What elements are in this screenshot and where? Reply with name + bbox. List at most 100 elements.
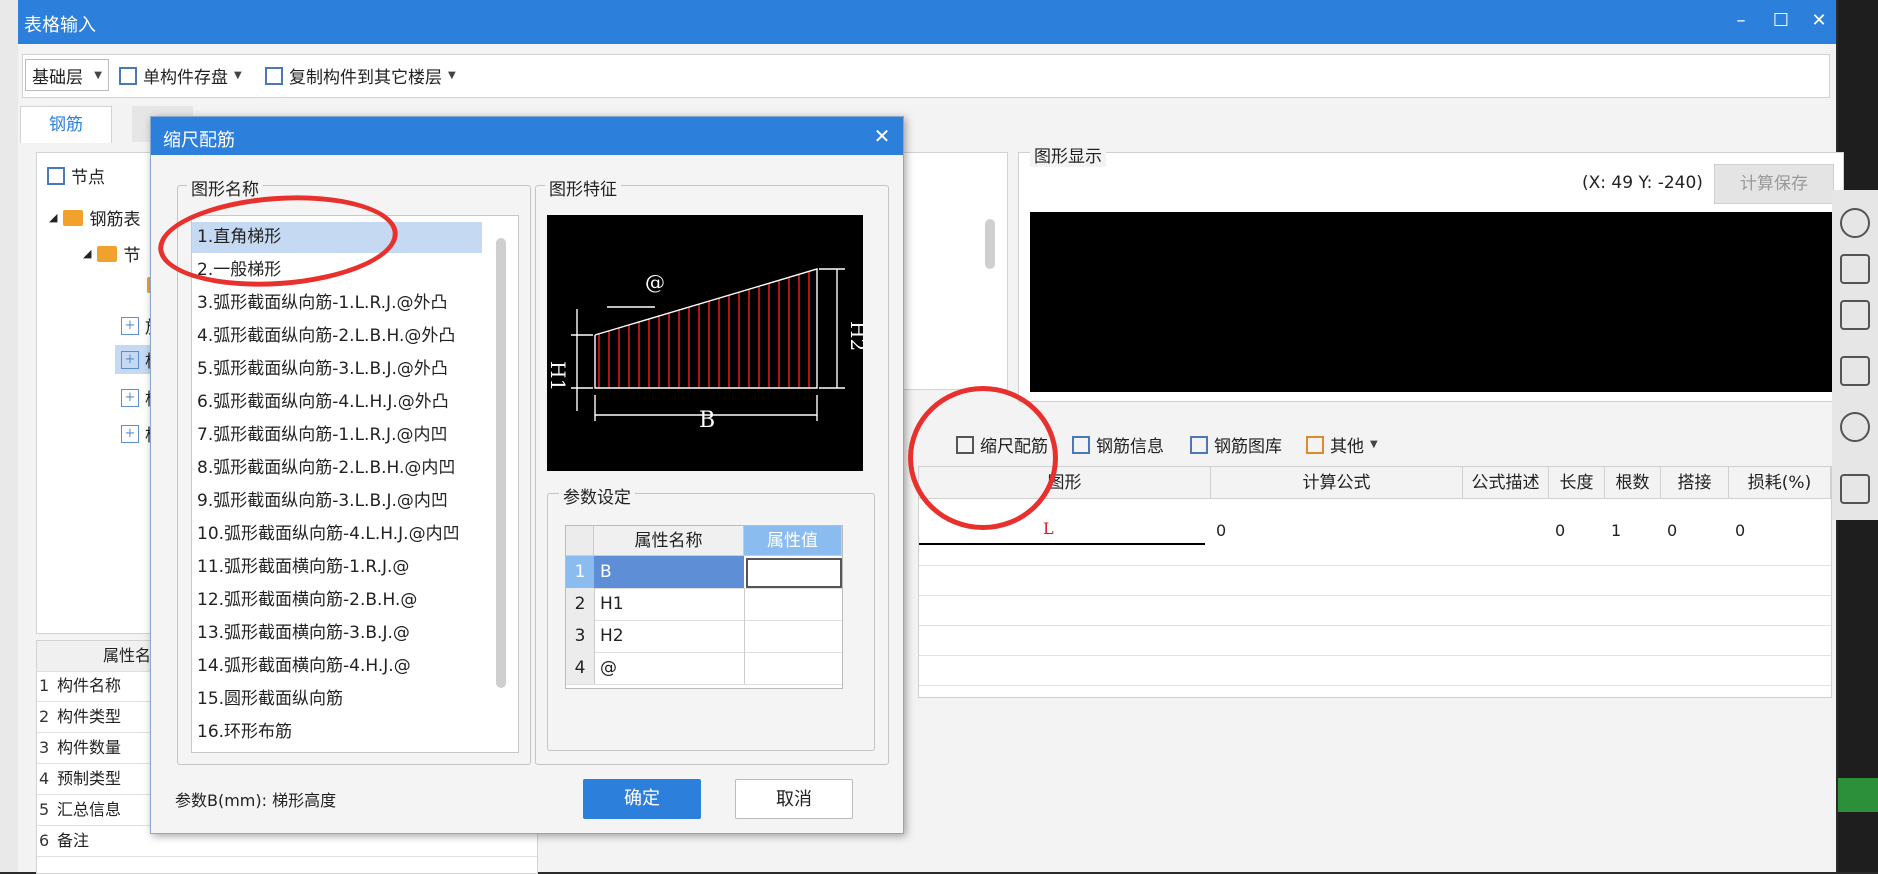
- cancel-button[interactable]: 取消: [735, 779, 853, 819]
- list-item[interactable]: 9.弧形截面纵向筋-3.L.B.J.@内凹: [192, 486, 482, 517]
- list-item[interactable]: 5.弧形截面纵向筋-3.L.B.J.@外凸: [192, 354, 482, 385]
- rotate-icon[interactable]: [1840, 412, 1870, 442]
- close-icon[interactable]: ✕: [1806, 8, 1832, 34]
- row-divider: [919, 625, 1831, 626]
- row-number: 4: [39, 769, 50, 788]
- copy-component-label: 复制构件到其它楼层: [289, 68, 442, 88]
- tab-rebar[interactable]: 钢筋: [20, 106, 112, 143]
- save-component-button[interactable]: 单构件存盘 ▼: [119, 63, 242, 88]
- count-cell[interactable]: 1: [1611, 521, 1621, 540]
- rebar-library-button[interactable]: 钢筋图库: [1190, 432, 1282, 457]
- row-divider: [919, 565, 1831, 566]
- coordinate-readout: (X: 49 Y: -240): [1582, 173, 1703, 193]
- axis-marker: [1838, 778, 1878, 812]
- row-number: 5: [39, 800, 50, 819]
- main-toolbar: 基础层 ▼ 单构件存盘 ▼ 复制构件到其它楼层 ▼: [22, 54, 1830, 98]
- shape-feature-legend: 图形特征: [545, 175, 621, 200]
- tab-rebar-label: 钢筋: [49, 115, 83, 135]
- list-item[interactable]: 12.弧形截面横向筋-2.B.H.@: [192, 585, 482, 616]
- row-divider: [919, 655, 1831, 656]
- param-header-value: 属性值: [744, 526, 842, 556]
- tree-item-node[interactable]: ◢ 节: [83, 241, 140, 266]
- scrollbar-thumb[interactable]: [985, 219, 995, 269]
- lap-cell[interactable]: 0: [1667, 521, 1677, 540]
- row-divider: [919, 685, 1831, 686]
- list-item[interactable]: 6.弧形截面纵向筋-4.L.H.J.@外凸: [192, 387, 482, 418]
- param-hint: 参数B(mm): 梯形高度: [175, 791, 337, 810]
- row-number: 3: [39, 738, 50, 757]
- h2-label: H2: [846, 321, 863, 351]
- col-header-formula-desc[interactable]: 公式描述: [1463, 467, 1549, 499]
- b-label: B: [699, 408, 715, 433]
- list-item[interactable]: 10.弧形截面纵向筋-4.L.H.J.@内凹: [192, 519, 482, 550]
- chevron-down-icon: ▼: [448, 70, 456, 81]
- dialog-title-bar: 缩尺配筋 ✕: [151, 117, 903, 155]
- loss-cell[interactable]: 0: [1735, 521, 1745, 540]
- param-legend: 参数设定: [559, 483, 635, 508]
- col-header-loss[interactable]: 损耗(%): [1729, 467, 1831, 499]
- other-menu-button[interactable]: 其他 ▼: [1306, 432, 1378, 457]
- tree-item-rebar-table[interactable]: ◢ 钢筋表: [49, 205, 140, 230]
- list-item[interactable]: 14.弧形截面横向筋-4.H.J.@: [192, 651, 482, 682]
- col-header-lap[interactable]: 搭接: [1661, 467, 1729, 499]
- copy-component-button[interactable]: 复制构件到其它楼层 ▼: [265, 63, 456, 88]
- shape-preview: @ H1 H2 B: [546, 215, 870, 471]
- param-name-cell-selected: [594, 556, 744, 588]
- row-number: 2: [566, 588, 595, 620]
- col-header-count[interactable]: 根数: [1605, 467, 1661, 499]
- param-name: H2: [600, 626, 624, 646]
- chevron-down-icon: ▼: [234, 70, 242, 81]
- collapse-arrow-icon: ◢: [83, 247, 92, 260]
- graphic-canvas[interactable]: [1030, 212, 1834, 392]
- cell-divider: [744, 588, 745, 620]
- 3d-view-icon[interactable]: [1840, 254, 1870, 284]
- param-row[interactable]: 1 B: [566, 556, 842, 589]
- add-component-icon: +: [121, 388, 139, 407]
- maximize-icon[interactable]: ☐: [1768, 8, 1794, 34]
- grid-view-icon[interactable]: [1840, 474, 1870, 504]
- window-title: 表格输入: [24, 15, 96, 36]
- scrollbar-thumb[interactable]: [496, 238, 506, 688]
- shape-list: 1.直角梯形 2.一般梯形 3.弧形截面纵向筋-1.L.R.J.@外凸 4.弧形…: [191, 215, 519, 753]
- list-item[interactable]: 7.弧形截面纵向筋-1.L.R.J.@内凹: [192, 420, 482, 451]
- param-row[interactable]: 4 @: [566, 652, 842, 685]
- window-title-bar: 表格输入 – ☐ ✕: [18, 0, 1836, 44]
- param-row[interactable]: 2 H1: [566, 588, 842, 621]
- list-item[interactable]: 15.圆形截面纵向筋: [192, 684, 482, 715]
- col-header-formula[interactable]: 计算公式: [1211, 467, 1463, 499]
- sphere-view-icon[interactable]: [1840, 208, 1870, 238]
- list-item[interactable]: 13.弧形截面横向筋-3.B.J.@: [192, 618, 482, 649]
- close-icon[interactable]: ✕: [869, 123, 895, 149]
- shape-selector-panel: [898, 152, 1008, 390]
- collapse-arrow-icon: ◢: [49, 211, 58, 224]
- rebar-line: [919, 543, 1205, 545]
- list-item[interactable]: 11.弧形截面横向筋-1.R.J.@: [192, 552, 482, 583]
- tree-item-label: 钢筋表: [89, 210, 141, 230]
- floor-select[interactable]: 基础层 ▼: [25, 59, 109, 91]
- list-item[interactable]: 4.弧形截面纵向筋-2.L.B.H.@外凸: [192, 321, 482, 352]
- tree-item-label: 节: [123, 246, 141, 266]
- list-item[interactable]: 8.弧形截面纵向筋-2.L.B.H.@内凹: [192, 453, 482, 484]
- formula-cell[interactable]: 0: [1216, 521, 1226, 540]
- list-item[interactable]: 16.环形布筋: [192, 717, 482, 748]
- calc-save-button[interactable]: 计算保存: [1714, 164, 1834, 204]
- col-header-length[interactable]: 长度: [1549, 467, 1605, 499]
- minimize-icon[interactable]: –: [1728, 8, 1754, 34]
- param-value-input[interactable]: [746, 558, 842, 588]
- box-view-icon[interactable]: [1840, 356, 1870, 386]
- add-component-icon: +: [121, 350, 139, 369]
- param-row[interactable]: 3 H2: [566, 620, 842, 653]
- length-cell[interactable]: 0: [1555, 521, 1565, 540]
- h1-label: H1: [547, 361, 570, 391]
- list-item[interactable]: 3.弧形截面纵向筋-1.L.R.J.@外凸: [192, 288, 482, 319]
- property-name: 预制类型: [57, 769, 122, 788]
- cube-view-icon[interactable]: [1840, 300, 1870, 330]
- ok-button[interactable]: 确定: [583, 779, 701, 819]
- node-icon: [47, 166, 65, 185]
- shape-cell[interactable]: L: [1043, 519, 1054, 538]
- chevron-down-icon: ▼: [1370, 439, 1378, 450]
- property-name: 备注: [57, 831, 90, 850]
- rebar-info-button[interactable]: 钢筋信息: [1072, 432, 1164, 457]
- property-name: 构件数量: [57, 738, 122, 757]
- node-button[interactable]: 节点: [47, 163, 105, 188]
